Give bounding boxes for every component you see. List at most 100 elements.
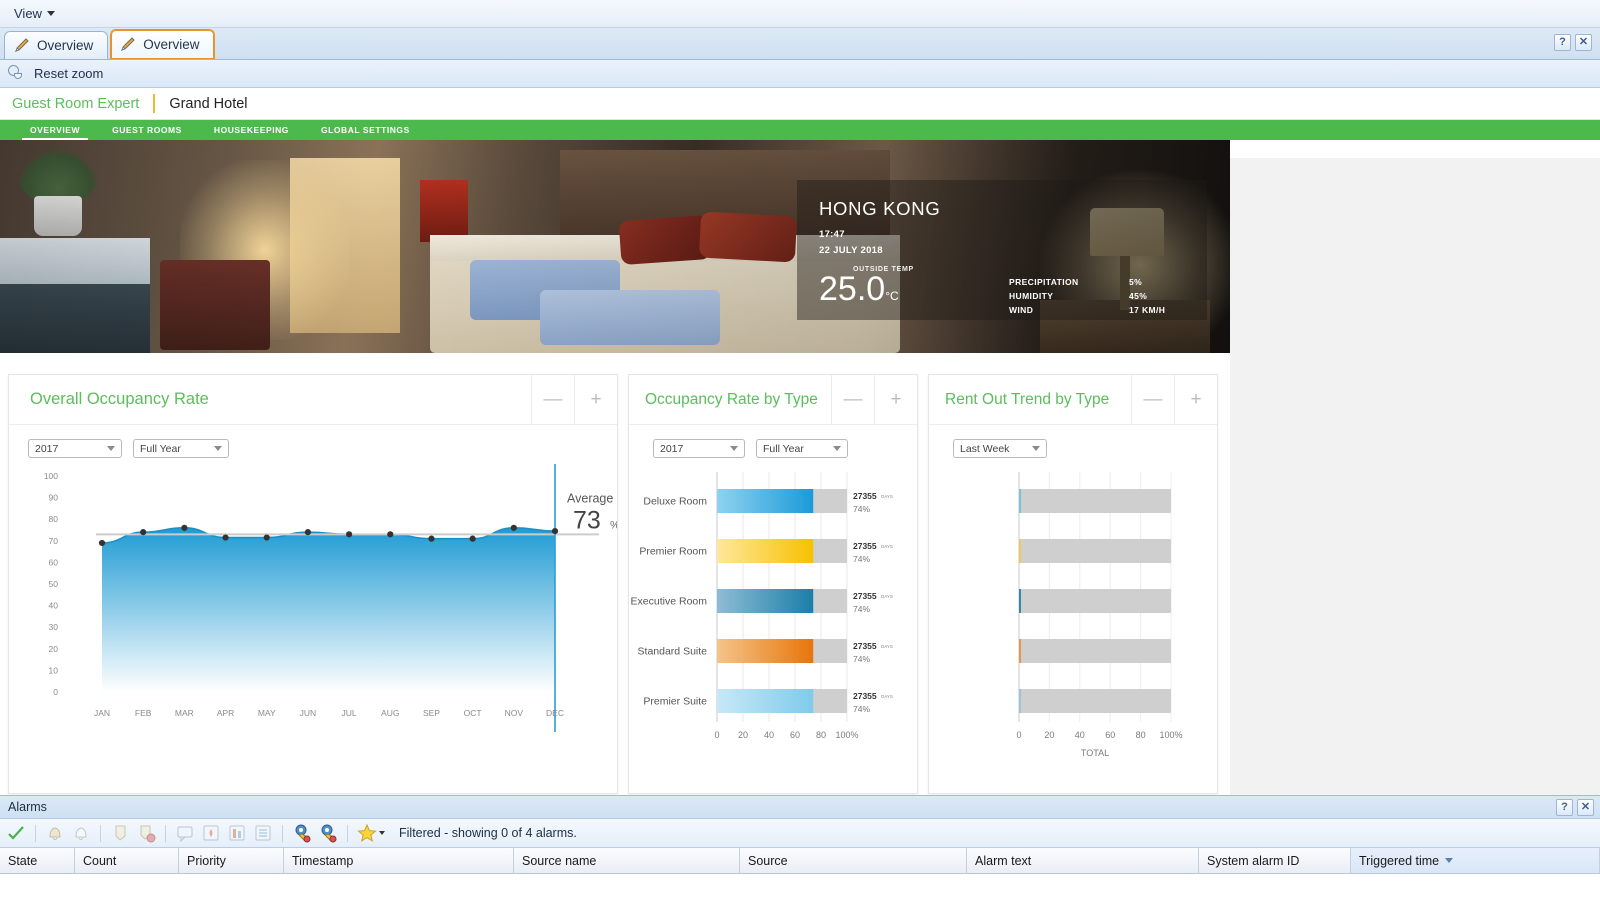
- alarm-column-header[interactable]: State: [0, 848, 75, 873]
- chevron-down-icon: [214, 446, 222, 451]
- alarm-column-header[interactable]: Source: [740, 848, 967, 873]
- svg-text:0: 0: [53, 687, 58, 697]
- panel-rent-out-trend-by-type: Rent Out Trend by Type — + Last Week 020…: [928, 374, 1218, 794]
- unshelve-bell-icon[interactable]: [71, 823, 91, 843]
- chart-overall-occupancy-rate: 0102030405060708090100JANFEBMARAPRMAYJUN…: [9, 458, 617, 761]
- svg-text:0: 0: [714, 730, 719, 740]
- tab-label: Overview: [37, 38, 93, 53]
- svg-text:80: 80: [816, 730, 826, 740]
- reset-zoom-button[interactable]: Reset zoom: [34, 66, 103, 81]
- nav-item-overview[interactable]: OVERVIEW: [14, 120, 96, 140]
- stat-value: 45%: [1129, 291, 1147, 301]
- dashboard: Overall Occupancy Rate — + 2017 Full Yea…: [0, 374, 1230, 794]
- alarm-list-icon[interactable]: [253, 823, 273, 843]
- weather-stat-row: HUMIDITY 45%: [1009, 291, 1165, 301]
- close-button[interactable]: ✕: [1577, 799, 1594, 816]
- panel-minimize-button[interactable]: —: [831, 375, 874, 424]
- svg-text:40: 40: [764, 730, 774, 740]
- stat-key: WIND: [1009, 305, 1129, 315]
- svg-text:DAYS: DAYS: [881, 594, 893, 599]
- alarm-column-header[interactable]: Triggered time: [1351, 848, 1600, 873]
- svg-text:DEC: DEC: [546, 708, 564, 718]
- app-header: Guest Room Expert Grand Hotel: [0, 88, 1600, 120]
- temp-unit: °C: [885, 289, 898, 303]
- panel-maximize-button[interactable]: +: [1174, 375, 1217, 424]
- alarm-column-header[interactable]: Priority: [179, 848, 284, 873]
- alarm-column-label: Triggered time: [1359, 854, 1439, 868]
- tab-overview-1[interactable]: Overview: [4, 31, 108, 59]
- nav-item-global-settings[interactable]: GLOBAL SETTINGS: [305, 120, 426, 140]
- tab-label: Overview: [143, 37, 199, 52]
- alarm-column-label: Timestamp: [292, 854, 353, 868]
- close-button[interactable]: ✕: [1575, 34, 1592, 51]
- panel-maximize-button[interactable]: +: [574, 375, 617, 424]
- alarm-column-header[interactable]: Source name: [514, 848, 740, 873]
- svg-text:100: 100: [44, 471, 58, 481]
- chart-occupancy-rate-by-type: Deluxe Room 27355 DAYS 74% Premier Room 27355…: [629, 458, 917, 761]
- svg-text:30: 30: [49, 622, 59, 632]
- svg-text:10: 10: [49, 665, 59, 675]
- weather-stat-row: PRECIPITATION 5%: [1009, 277, 1165, 287]
- nav-item-guest-rooms[interactable]: GUEST ROOMS: [96, 120, 198, 140]
- alarm-history-icon[interactable]: [201, 823, 221, 843]
- help-button[interactable]: ?: [1554, 34, 1571, 51]
- panel-filters: 2017 Full Year: [629, 425, 917, 458]
- alarm-details-icon[interactable]: [227, 823, 247, 843]
- alarm-column-header[interactable]: Alarm text: [967, 848, 1199, 873]
- pen-icon: [14, 38, 31, 53]
- period-select[interactable]: Full Year: [756, 439, 848, 458]
- nav-item-housekeeping[interactable]: HOUSEKEEPING: [198, 120, 305, 140]
- alarm-source-off-icon[interactable]: [318, 823, 338, 843]
- shelve-bell-icon[interactable]: [45, 823, 65, 843]
- help-button[interactable]: ?: [1556, 799, 1573, 816]
- svg-text:Premier Room: Premier Room: [639, 546, 707, 558]
- svg-text:74%: 74%: [853, 604, 870, 614]
- panel-overall-occupancy-rate: Overall Occupancy Rate — + 2017 Full Yea…: [8, 374, 618, 794]
- stat-key: PRECIPITATION: [1009, 277, 1129, 287]
- tab-overview-2[interactable]: Overview: [110, 29, 214, 59]
- range-select[interactable]: Last Week: [953, 439, 1047, 458]
- svg-text:27355: 27355: [853, 691, 877, 701]
- panel-maximize-button[interactable]: +: [874, 375, 917, 424]
- svg-text:JUL: JUL: [342, 708, 357, 718]
- suppress-icon[interactable]: [110, 823, 130, 843]
- svg-text:Executive Room: Executive Room: [631, 596, 708, 608]
- panel-minimize-button[interactable]: —: [531, 375, 574, 424]
- period-select[interactable]: Full Year: [133, 439, 229, 458]
- menu-view[interactable]: View: [8, 4, 61, 23]
- svg-text:70: 70: [49, 536, 59, 546]
- svg-text:APR: APR: [217, 708, 234, 718]
- period-select-value: Full Year: [140, 443, 214, 455]
- panel-filters: Last Week: [929, 425, 1217, 458]
- svg-text:FEB: FEB: [135, 708, 152, 718]
- svg-text:73: 73: [573, 506, 601, 534]
- alarm-column-header[interactable]: Timestamp: [284, 848, 514, 873]
- main-nav: OVERVIEW GUEST ROOMS HOUSEKEEPING GLOBAL…: [0, 120, 1600, 140]
- svg-text:80: 80: [1136, 730, 1146, 740]
- svg-text:74%: 74%: [853, 654, 870, 664]
- svg-text:NOV: NOV: [505, 708, 524, 718]
- favorites-star-icon[interactable]: [357, 823, 387, 843]
- panel-minimize-button[interactable]: —: [1131, 375, 1174, 424]
- svg-text:74%: 74%: [853, 504, 870, 514]
- alarm-column-header[interactable]: Count: [75, 848, 179, 873]
- alarm-column-header[interactable]: System alarm ID: [1199, 848, 1351, 873]
- unsuppress-icon[interactable]: [136, 823, 156, 843]
- svg-text:TOTAL: TOTAL: [1081, 748, 1109, 758]
- acknowledge-check-icon[interactable]: [6, 823, 26, 843]
- background-filler-right: [1230, 158, 1600, 795]
- svg-text:Deluxe Room: Deluxe Room: [643, 496, 707, 508]
- svg-text:DAYS: DAYS: [881, 544, 893, 549]
- panel-occupancy-rate-by-type: Occupancy Rate by Type — + 2017 Full Yea…: [628, 374, 918, 794]
- chevron-down-icon: [107, 446, 115, 451]
- comment-icon[interactable]: [175, 823, 195, 843]
- svg-text:74%: 74%: [853, 554, 870, 564]
- year-select[interactable]: 2017: [28, 439, 122, 458]
- svg-text:DAYS: DAYS: [881, 644, 893, 649]
- svg-text:50: 50: [49, 579, 59, 589]
- year-select[interactable]: 2017: [653, 439, 745, 458]
- alarm-source-icon[interactable]: [292, 823, 312, 843]
- stat-value: 5%: [1129, 277, 1142, 287]
- weather-widget: HONG KONG 17:47 22 JULY 2018 OUTSIDE TEM…: [797, 180, 1207, 320]
- svg-text:27355: 27355: [853, 591, 877, 601]
